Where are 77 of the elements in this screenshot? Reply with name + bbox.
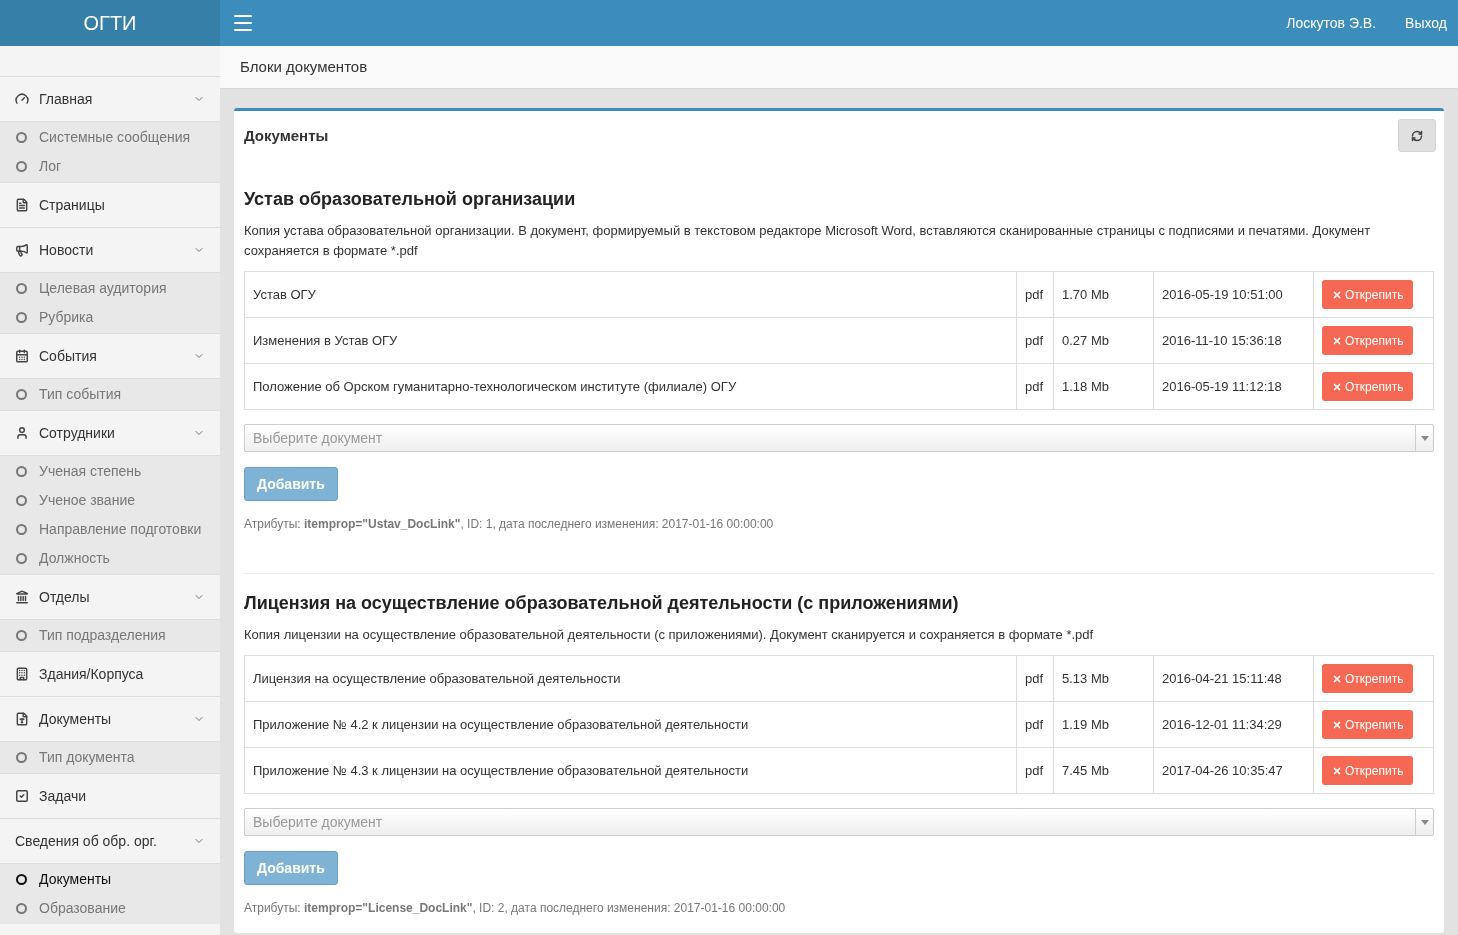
table-cell: 1.19 Mb <box>1053 701 1154 748</box>
section-description: Копия лицензии на осуществление образовательной деятельности (с приложениями). Документ сканируется и сохраняется в формате *.pdf <box>244 626 1095 644</box>
sidebar-subitem[interactable]: Направление подготовки <box>0 515 220 544</box>
table-cell: pdf <box>1016 655 1054 702</box>
table-cell: 2016-04-21 15:11:48 <box>1153 655 1314 702</box>
table-cell: 5.13 Mb <box>1053 655 1154 702</box>
table-cell: 7.45 Mb <box>1053 747 1154 794</box>
detach-button[interactable]: Открепить <box>1322 756 1414 785</box>
table-cell: pdf <box>1016 271 1054 318</box>
table-cell: Приложение № 4.2 к лицензии на осуществление образовательной деятельности <box>244 701 1017 748</box>
attributes-text: Атрибуты: itemprop="License_DocLink", ID: 2, дата последнего изменения: 2017-01-16 00:00:00 <box>244 900 787 917</box>
sidebar-subitem[interactable]: Ученое звание <box>0 486 220 515</box>
sidebar-subitem[interactable]: Системные сообщения <box>0 123 220 152</box>
table-cell: 2016-12-01 11:34:29 <box>1153 701 1314 748</box>
close-icon <box>1332 289 1342 300</box>
sidebar-subitem[interactable]: Документы <box>0 865 220 894</box>
sidebar-subitem[interactable]: Образование <box>0 894 220 923</box>
megaphone-icon <box>15 243 29 257</box>
close-icon <box>1332 765 1342 776</box>
logout-link[interactable]: Выход <box>1405 12 1447 34</box>
table-cell: 2016-05-19 10:51:00 <box>1153 271 1314 318</box>
table-cell: 2016-11-10 15:36:18 <box>1153 317 1314 364</box>
checkbox-icon <box>15 789 29 803</box>
detach-button[interactable]: Открепить <box>1322 664 1414 693</box>
table-cell: 2017-04-26 10:35:47 <box>1153 747 1314 794</box>
section-title: Устав образовательной организации <box>244 188 577 211</box>
add-button[interactable]: Добавить <box>244 851 338 885</box>
table-cell: Изменения в Устав ОГУ <box>244 317 1017 364</box>
table-cell: 1.18 Mb <box>1053 363 1154 410</box>
table-cell: Положение об Орском гуманитарно-технологическом институте (филиале) ОГУ <box>244 363 1017 410</box>
word-file-icon <box>15 712 29 726</box>
building-columns-icon <box>15 590 29 604</box>
dashboard-icon <box>15 92 29 106</box>
table-cell: pdf <box>1016 317 1054 364</box>
table-cell: Устав ОГУ <box>244 271 1017 318</box>
sidebar-subitem[interactable]: Целевая аудитория <box>0 274 220 303</box>
sidebar-subitem[interactable]: Тип документа <box>0 743 220 772</box>
table-cell: Приложение № 4.3 к лицензии на осуществление образовательной деятельности <box>244 747 1017 794</box>
page-header: Блоки документов <box>220 46 1458 89</box>
detach-button[interactable]: Открепить <box>1322 280 1414 309</box>
card-title: Документы <box>244 126 329 146</box>
detach-button[interactable]: Открепить <box>1322 326 1414 355</box>
dropdown-arrow-icon <box>1420 819 1429 825</box>
document-icon <box>15 198 29 212</box>
dropdown-arrow-icon <box>1420 435 1429 441</box>
document-select[interactable]: Выберите документ <box>244 424 1434 452</box>
table-cell: pdf <box>1016 747 1054 794</box>
calendar-icon <box>15 349 29 363</box>
table-cell: 0.27 Mb <box>1053 317 1154 364</box>
close-icon <box>1332 335 1342 346</box>
user-icon <box>15 426 29 440</box>
table-cell: 2016-05-19 11:12:18 <box>1153 363 1314 410</box>
detach-button[interactable]: Открепить <box>1322 710 1414 739</box>
table-cell: pdf <box>1016 363 1054 410</box>
add-button[interactable]: Добавить <box>244 467 338 501</box>
building-icon <box>15 667 29 681</box>
refresh-button[interactable] <box>1398 119 1436 152</box>
sidebar-subitem[interactable]: Лог <box>0 152 220 181</box>
brand-logo[interactable]: ОГТИ <box>0 0 220 46</box>
document-select[interactable]: Выберите документ <box>244 808 1434 836</box>
user-name[interactable]: Лоскутов Э.В. <box>1286 12 1377 34</box>
sidebar-subitem[interactable]: Ученая степень <box>0 457 220 486</box>
close-icon <box>1332 381 1342 392</box>
section-description: Копия устава образовательной организации. В документ, формируемый в текстовом редакторе Microsoft Word, вставляются сканированные страницы с подписями и печатями. Документ сохраняется в формате *.pdf <box>244 222 1372 260</box>
section-title: Лицензия на осуществление образовательной деятельности (с приложениями) <box>244 592 960 615</box>
close-icon <box>1332 673 1342 684</box>
sidebar-subitem[interactable]: Тип события <box>0 380 220 409</box>
sidebar-subitem[interactable]: Рубрика <box>0 303 220 332</box>
attributes-text: Атрибуты: itemprop="Ustav_DocLink", ID: 1, дата последнего изменения: 2017-01-16 00:00:00 <box>244 516 775 533</box>
refresh-icon <box>1411 129 1423 142</box>
sidebar-subitem[interactable]: Тип подразделения <box>0 621 220 650</box>
table-cell: Лицензия на осуществление образовательной деятельности <box>244 655 1017 702</box>
detach-button[interactable]: Открепить <box>1322 372 1414 401</box>
sidebar-subitem[interactable]: Должность <box>0 544 220 573</box>
table-cell: 1.70 Mb <box>1053 271 1154 318</box>
table-cell: pdf <box>1016 701 1054 748</box>
close-icon <box>1332 719 1342 730</box>
